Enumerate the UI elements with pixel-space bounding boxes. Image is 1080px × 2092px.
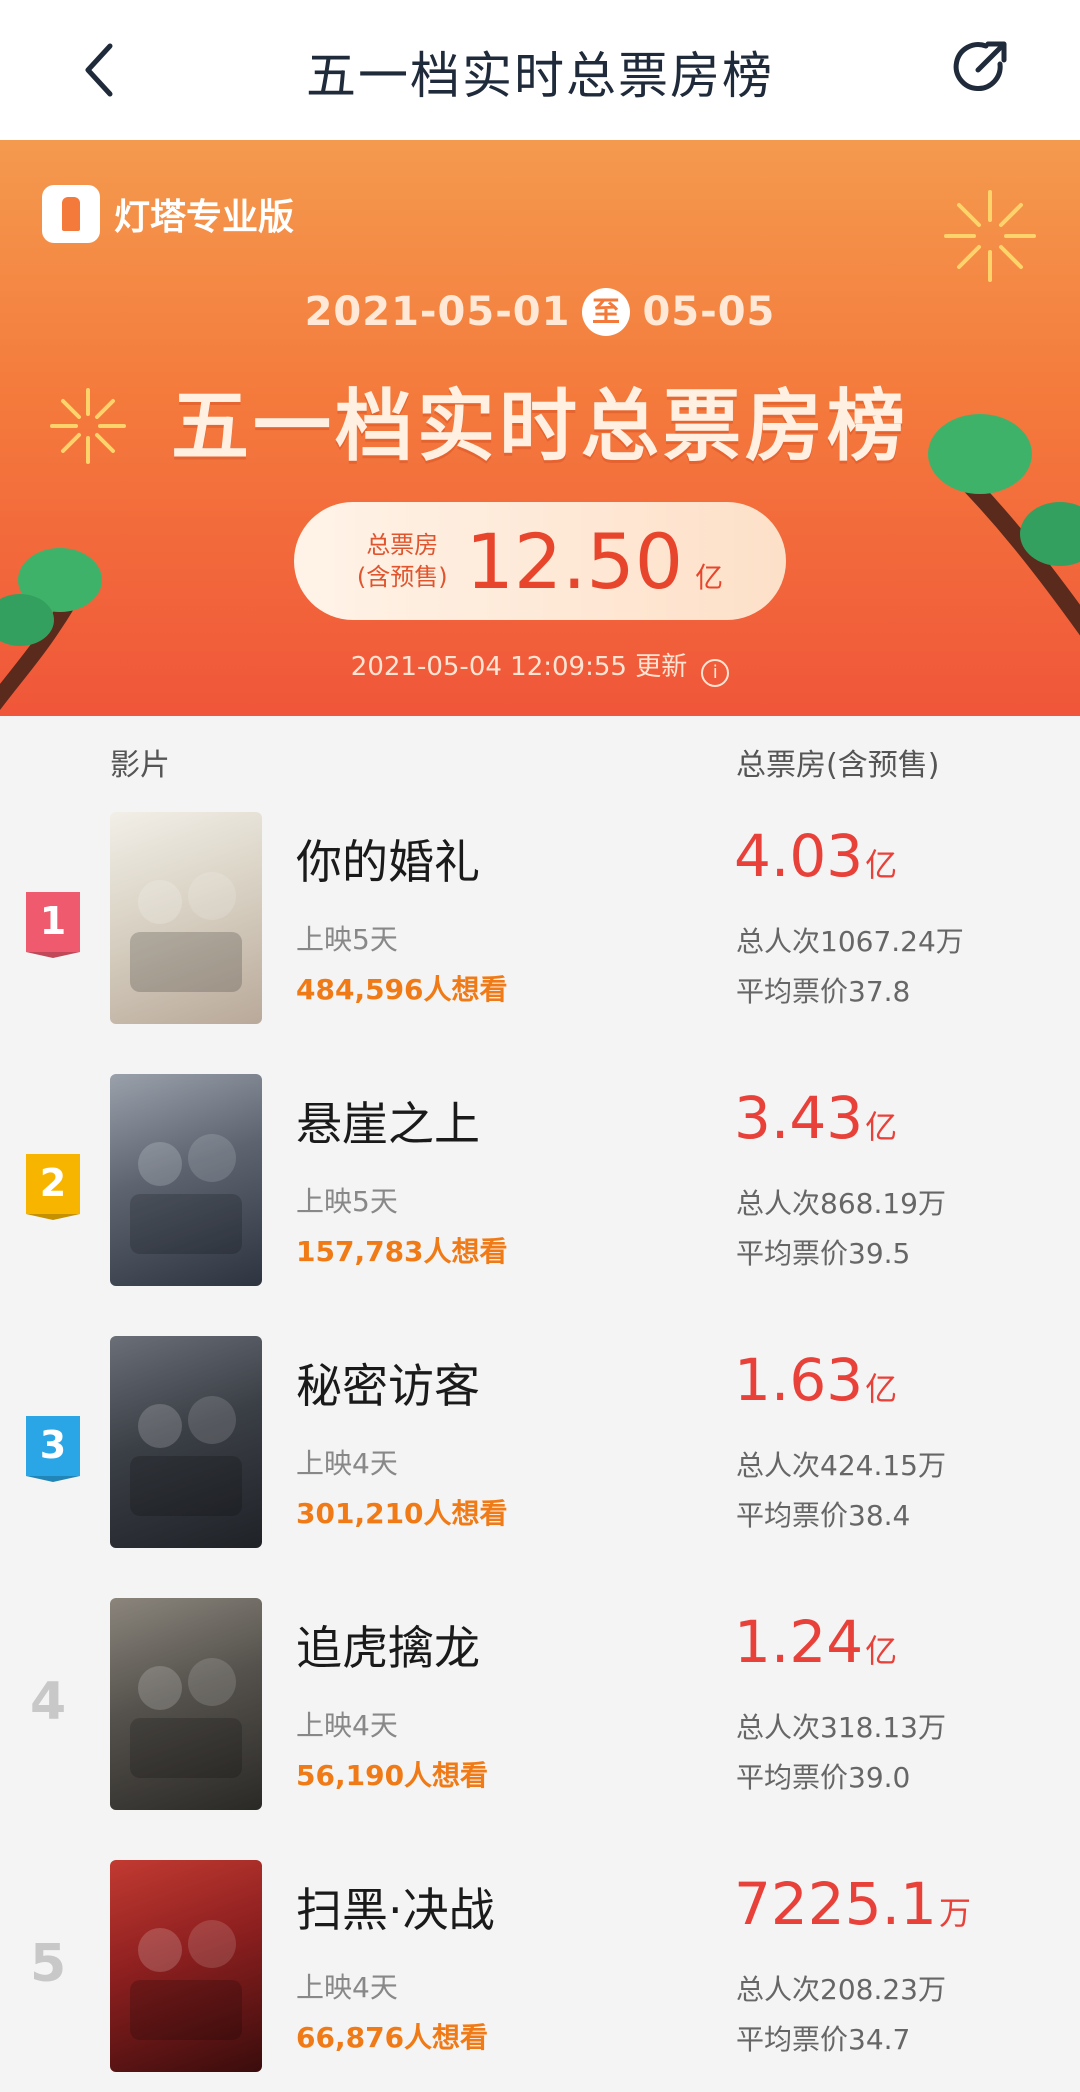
movie-row[interactable]: 1 你的婚礼 上映5天 484,596人想看 4.03亿 总人次1067.24万… — [0, 812, 1080, 1074]
movie-views: 总人次318.13万 — [736, 1711, 946, 1744]
column-header-film: 影片 — [110, 748, 170, 783]
box-value: 4.03 — [734, 822, 864, 890]
movie-title[interactable]: 扫黑·决战 — [296, 1874, 495, 1940]
movie-days: 上映5天 — [296, 1185, 398, 1218]
poster-figures-icon — [130, 1920, 242, 2040]
box-value: 1.63 — [734, 1346, 864, 1414]
movie-row[interactable]: 4 追虎擒龙 上映4天 56,190人想看 1.24亿 总人次318.13万 平… — [0, 1598, 1080, 1860]
movie-views: 总人次868.19万 — [736, 1187, 946, 1220]
rank-number: 5 — [30, 1934, 67, 1994]
banner-title: 五一档实时总票房榜 — [170, 382, 909, 472]
share-icon[interactable] — [948, 34, 1014, 100]
date-separator: 至 — [582, 288, 631, 336]
page-title: 五一档实时总票房榜 — [306, 47, 774, 105]
movie-views: 总人次1067.24万 — [736, 925, 964, 958]
movie-want-count: 301,210人想看 — [296, 1497, 508, 1530]
updated-time: 2021-05-04 12:09:55 更新 i — [0, 646, 1080, 687]
movie-days: 上映5天 — [296, 923, 398, 956]
box-unit: 万 — [938, 1894, 971, 1932]
movie-poster[interactable] — [110, 1336, 262, 1548]
movie-box-office: 3.43亿 — [734, 1084, 897, 1152]
total-box-office: 总票房 (含预售) 12.50 亿 — [294, 502, 786, 620]
column-header-box: 总票房(含预售) — [736, 748, 940, 783]
movie-box-office: 4.03亿 — [734, 822, 897, 890]
movie-days: 上映4天 — [296, 1447, 398, 1480]
info-icon[interactable]: i — [701, 659, 730, 687]
movie-title[interactable]: 悬崖之上 — [296, 1088, 480, 1154]
poster-figures-icon — [130, 1658, 242, 1778]
movie-box-office: 7225.1万 — [734, 1870, 971, 1938]
movie-avg-price: 平均票价39.5 — [736, 1237, 911, 1270]
movie-title[interactable]: 秘密访客 — [296, 1350, 480, 1416]
movie-poster[interactable] — [110, 1074, 262, 1286]
poster-figures-icon — [130, 872, 242, 992]
total-value: 12.50 — [465, 516, 684, 606]
movie-days: 上映4天 — [296, 1971, 398, 2004]
movie-views: 总人次208.23万 — [736, 1973, 946, 2006]
total-label-line1: 总票房 — [366, 531, 439, 559]
total-unit: 亿 — [695, 561, 724, 594]
movie-poster[interactable] — [110, 1598, 262, 1810]
movie-avg-price: 平均票价37.8 — [736, 975, 911, 1008]
top-bar: 五一档实时总票房榜 — [0, 0, 1080, 140]
box-unit: 亿 — [865, 1632, 898, 1670]
movie-avg-price: 平均票价38.4 — [736, 1499, 911, 1532]
box-value: 7225.1 — [734, 1870, 937, 1938]
rank-badge: 3 — [26, 1416, 80, 1476]
poster-figures-icon — [130, 1396, 242, 1516]
box-value: 3.43 — [734, 1084, 864, 1152]
movie-row[interactable]: 2 悬崖之上 上映5天 157,783人想看 3.43亿 总人次868.19万 … — [0, 1074, 1080, 1336]
movie-days: 上映4天 — [296, 1709, 398, 1742]
date-end: 05-05 — [642, 289, 776, 335]
movie-box-office: 1.63亿 — [734, 1346, 897, 1414]
movie-want-count: 66,876人想看 — [296, 2021, 489, 2054]
movie-row[interactable]: 3 秘密访客 上映4天 301,210人想看 1.63亿 总人次424.15万 … — [0, 1336, 1080, 1598]
movie-row[interactable]: 5 扫黑·决战 上映4天 66,876人想看 7225.1万 总人次208.23… — [0, 1860, 1080, 2092]
movie-poster[interactable] — [110, 812, 262, 1024]
brand: 灯塔专业版 — [42, 184, 294, 244]
movie-title[interactable]: 你的婚礼 — [296, 826, 480, 892]
movie-want-count: 157,783人想看 — [296, 1235, 508, 1268]
rank-number: 4 — [30, 1672, 67, 1732]
banner: 灯塔专业版 2021-05-01 至 05-05 五一档实时总票房榜 总票房 (… — [0, 140, 1080, 716]
movie-title[interactable]: 追虎擒龙 — [296, 1612, 480, 1678]
movie-views: 总人次424.15万 — [736, 1449, 946, 1482]
movie-avg-price: 平均票价39.0 — [736, 1761, 911, 1794]
movie-want-count: 484,596人想看 — [296, 973, 508, 1006]
updated-text: 2021-05-04 12:09:55 更新 — [350, 652, 688, 682]
date-start: 2021-05-01 — [304, 289, 571, 335]
rank-badge: 1 — [26, 892, 80, 952]
movie-box-office: 1.24亿 — [734, 1608, 897, 1676]
total-label-line2: (含预售) — [356, 563, 448, 591]
box-value: 1.24 — [734, 1608, 864, 1676]
movie-want-count: 56,190人想看 — [296, 1759, 489, 1792]
date-range: 2021-05-01 至 05-05 — [0, 288, 1080, 336]
box-unit: 亿 — [865, 1108, 898, 1146]
box-unit: 亿 — [865, 1370, 898, 1408]
pine-tree-left-icon — [0, 548, 102, 711]
total-label: 总票房 (含预售) — [357, 529, 448, 593]
box-unit: 亿 — [865, 846, 898, 884]
poster-figures-icon — [130, 1134, 242, 1254]
movie-avg-price: 平均票价34.7 — [736, 2023, 911, 2056]
brand-name: 灯塔专业版 — [114, 197, 295, 238]
lighthouse-logo-icon — [42, 185, 100, 243]
firework-icon — [944, 190, 1036, 282]
rank-badge: 2 — [26, 1154, 80, 1214]
movie-poster[interactable] — [110, 1860, 262, 2072]
